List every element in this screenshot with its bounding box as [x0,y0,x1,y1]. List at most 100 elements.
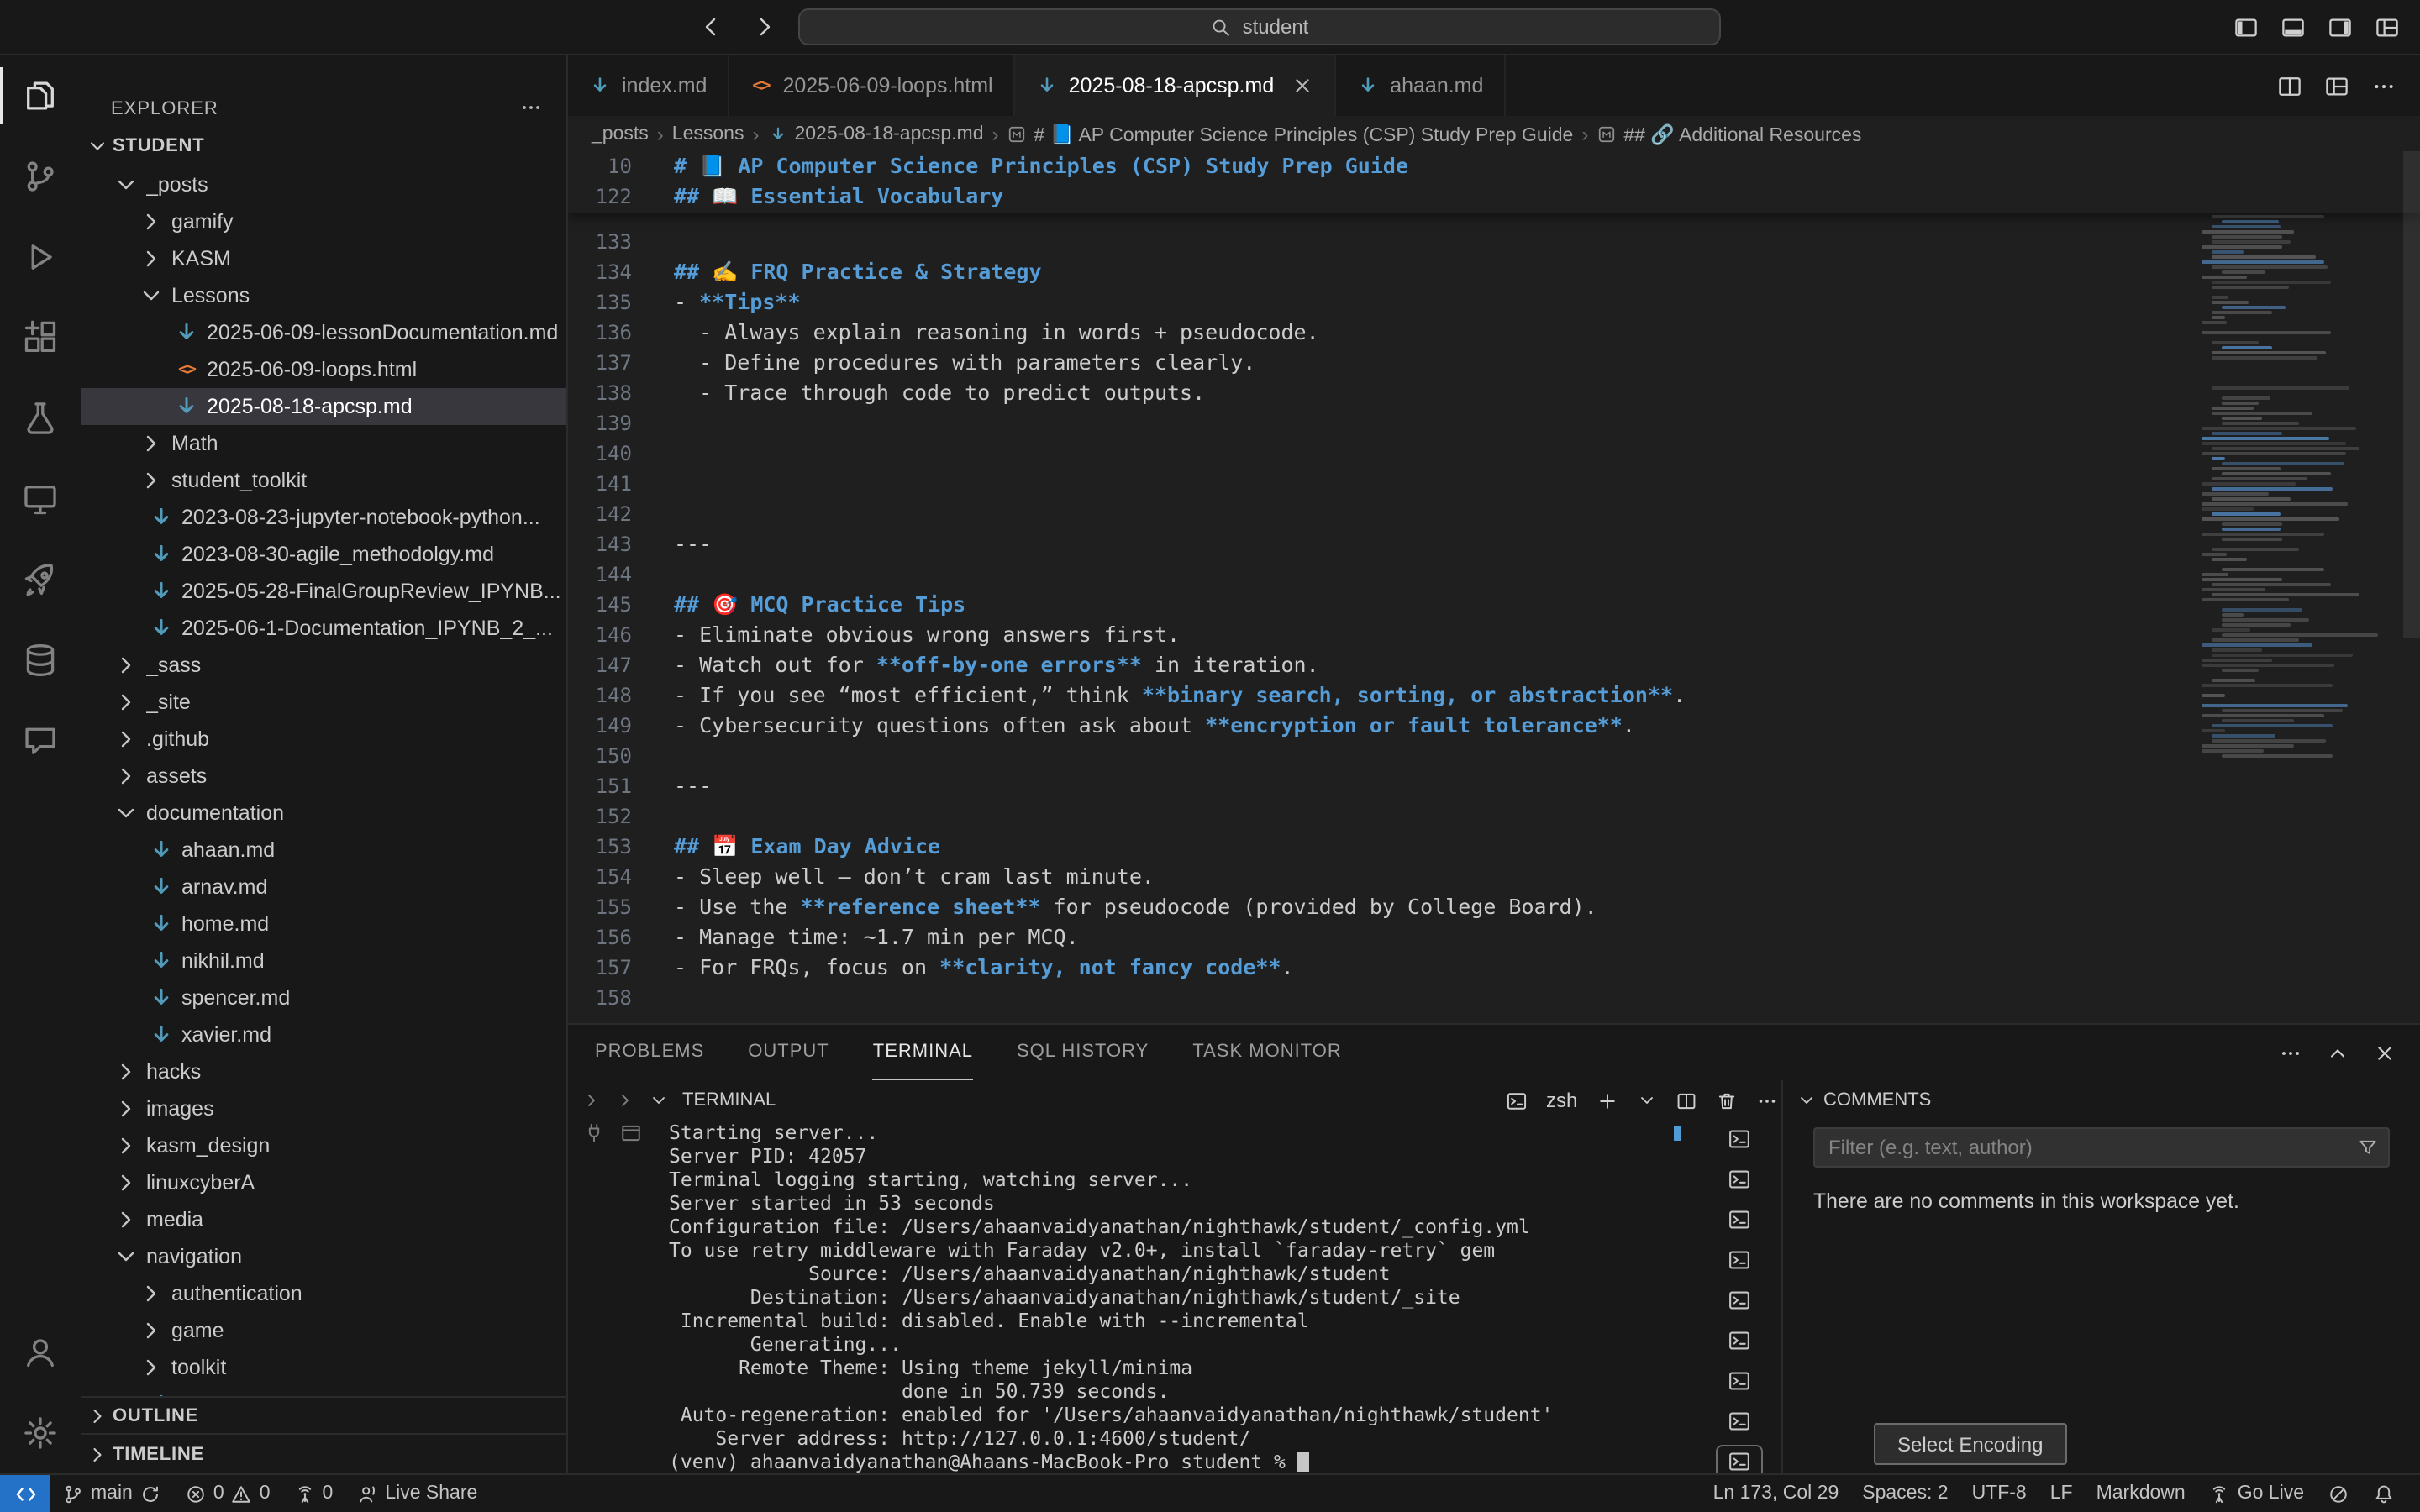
select-encoding-button[interactable]: Select Encoding [1874,1423,2066,1465]
customize-layout-icon[interactable] [2375,15,2400,40]
tree-item-spencer.md[interactable]: spencer.md [81,979,566,1016]
tree-item-game[interactable]: game [81,1312,566,1349]
status-live-share[interactable]: Live Share [345,1475,489,1512]
terminal-dropdown-chevron-icon[interactable] [1636,1090,1656,1110]
terminal-session-zsh-6[interactable] [1716,1324,1763,1357]
breadcrumb-item[interactable]: # 📘 AP Computer Science Principles (CSP)… [1007,122,1574,145]
terminal-session-zsh-4[interactable] [1716,1243,1763,1277]
editor-scrollbar[interactable] [2403,151,2420,638]
tree-item-2025-06-09-loops.html[interactable]: <>2025-06-09-loops.html [81,351,566,388]
maximize-panel-icon[interactable] [2326,1041,2349,1064]
tree-item-assets[interactable]: assets [81,758,566,795]
activity-testing[interactable] [0,378,81,459]
editor-more-actions-icon[interactable] [2371,73,2396,98]
terminal-more-actions-icon[interactable] [1755,1089,1777,1111]
tree-item-toolkit[interactable]: toolkit [81,1349,566,1386]
tab-2025-08-18-apcsp.md[interactable]: 2025-08-18-apcsp.md [1015,55,1337,116]
tree-item-arnav.md[interactable]: arnav.md [81,869,566,906]
status-problems[interactable]: 00 [173,1475,282,1512]
tree-item-images[interactable]: images [81,1090,566,1127]
status-cursor-position[interactable]: Ln 173, Col 29 [1702,1475,1851,1512]
status-remote-indicator[interactable] [0,1475,50,1512]
toggle-secondary-sidebar-icon[interactable] [2328,15,2353,40]
scroll-left-chevron-icon[interactable] [581,1090,602,1110]
terminal-session-zsh-1[interactable] [1716,1122,1763,1156]
activity-source-control[interactable] [0,136,81,217]
tree-item-_posts[interactable]: _posts [81,166,566,203]
activity-account[interactable] [0,1312,81,1393]
comments-header[interactable]: COMMENTS [1783,1080,2420,1121]
terminal-output[interactable]: Starting server...Server PID: 42057Termi… [669,1121,1687,1473]
tree-item-2025-05-28-FinalGroupReview_IPYNB...[interactable]: 2025-05-28-FinalGroupReview_IPYNB... [81,573,566,610]
tree-item-home.md[interactable]: home.md [81,906,566,942]
tree-item-2025-06-1-Documentation_IPYNB_2_...[interactable]: 2025-06-1-Documentation_IPYNB_2_... [81,610,566,647]
tree-item-hacks[interactable]: hacks [81,1053,566,1090]
tree-item-2025-08-18-apcsp.md[interactable]: 2025-08-18-apcsp.md [81,388,566,425]
filter-icon[interactable] [2358,1137,2378,1158]
toggle-panel-icon[interactable] [2281,15,2306,40]
activity-chat[interactable] [0,701,81,781]
split-editor-icon[interactable] [2277,73,2302,98]
shell-label[interactable]: zsh [1546,1089,1577,1112]
terminal-session-zsh-2[interactable] [1716,1163,1763,1196]
status-do-not-disturb[interactable] [2316,1475,2361,1512]
kill-terminal-icon[interactable] [1715,1089,1737,1111]
tree-item-Lessons[interactable]: Lessons [81,277,566,314]
workspace-section-header[interactable]: STUDENT [81,126,566,166]
tree-item-linuxcyberA[interactable]: linuxcyberA [81,1164,566,1201]
status-notifications[interactable] [2361,1475,2407,1512]
panel-tab-PROBLEMS[interactable]: PROBLEMS [595,1025,704,1080]
back-arrow-icon[interactable] [697,13,724,40]
tree-item-Math[interactable]: Math [81,425,566,462]
tree-item-.github[interactable]: .github [81,721,566,758]
status-eol[interactable]: LF [2039,1475,2085,1512]
forward-arrow-icon[interactable] [751,13,778,40]
comments-filter-input[interactable] [1813,1127,2390,1168]
breadcrumb-item[interactable]: _posts [592,123,649,144]
status-encoding[interactable]: UTF-8 [1960,1475,2039,1512]
activity-extensions[interactable] [0,297,81,378]
tree-item-2023-08-23-jupyter-notebook-python...[interactable]: 2023-08-23-jupyter-notebook-python... [81,499,566,536]
tree-item-kasm_design[interactable]: kasm_design [81,1127,566,1164]
tree-item-_site[interactable]: _site [81,684,566,721]
scroll-right-chevron-icon[interactable] [615,1090,635,1110]
panel-tab-OUTPUT[interactable]: OUTPUT [748,1025,829,1080]
tree-item-documentation[interactable]: documentation [81,795,566,832]
tree-item-ahaan.md[interactable]: ahaan.md [81,832,566,869]
panel-more-actions-icon[interactable] [2279,1041,2302,1064]
minimap[interactable] [2198,155,2396,827]
toggle-primary-sidebar-icon[interactable] [2233,15,2259,40]
status-language-mode[interactable]: Markdown [2085,1475,2197,1512]
tab-ahaan.md[interactable]: ahaan.md [1336,55,1505,116]
tree-item-nikhil.md[interactable]: nikhil.md [81,942,566,979]
activity-database[interactable] [0,620,81,701]
terminal-section-chevron-icon[interactable] [649,1090,669,1110]
tree-item-_sass[interactable]: _sass [81,647,566,684]
activity-settings[interactable] [0,1393,81,1473]
activity-rocket[interactable] [0,539,81,620]
activity-run-debug[interactable] [0,217,81,297]
status-indentation[interactable]: Spaces: 2 [1850,1475,1960,1512]
tree-item-gamify[interactable]: gamify [81,203,566,240]
new-terminal-icon[interactable] [1596,1089,1618,1111]
breadcrumb-item[interactable]: Lessons [672,123,744,144]
explorer-more-actions-icon[interactable] [519,96,543,119]
split-terminal-icon[interactable] [1675,1089,1697,1111]
tree-item-media[interactable]: media [81,1201,566,1238]
terminal-session-zsh-8[interactable] [1716,1404,1763,1438]
tab-index.md[interactable]: index.md [568,55,729,116]
panel-tab-TERMINAL[interactable]: TERMINAL [873,1025,973,1080]
timeline-section-header[interactable]: TIMELINE [81,1433,566,1473]
breadcrumb-item[interactable]: ## 🔗 Additional Resources [1597,122,1861,145]
tree-item-navigation[interactable]: navigation [81,1238,566,1275]
tree-item-KASM[interactable]: KASM [81,240,566,277]
tree-item-2025-06-09-lessonDocumentation.md[interactable]: 2025-06-09-lessonDocumentation.md [81,314,566,351]
editor-pane[interactable]: 133134## ✍️ FRQ Practice & Strategy135- … [568,151,2420,1023]
panel-tab-SQL HISTORY[interactable]: SQL HISTORY [1017,1025,1149,1080]
close-tab-icon[interactable] [1291,74,1314,97]
outline-section-header[interactable]: OUTLINE [81,1396,566,1433]
terminal-session-zsh-3[interactable] [1716,1203,1763,1236]
terminal-session-zsh-5[interactable] [1716,1284,1763,1317]
editor-layout-icon[interactable] [2324,73,2349,98]
terminal-session-zsh-7[interactable] [1716,1364,1763,1398]
